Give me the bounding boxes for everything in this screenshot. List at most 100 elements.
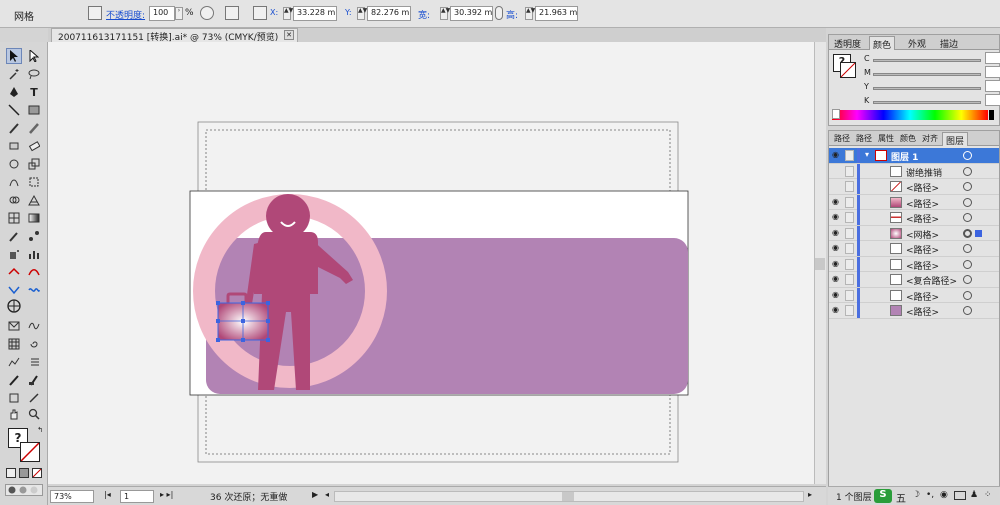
blend-tool-icon[interactable] xyxy=(26,228,42,244)
measure-tool-icon[interactable] xyxy=(6,372,22,388)
rectangle-tool-icon[interactable] xyxy=(26,102,42,118)
shape-builder-tool-icon[interactable] xyxy=(6,192,22,208)
scroll-left-icon[interactable]: ◂ xyxy=(325,490,329,499)
visibility-eye-icon[interactable]: ◉ xyxy=(832,306,841,314)
target-circle-icon[interactable] xyxy=(963,228,972,238)
mic-icon[interactable]: ◉ xyxy=(940,490,948,500)
grid-menu-icon[interactable]: ⁘ xyxy=(984,490,992,500)
chart-tool-icon[interactable] xyxy=(6,354,22,370)
artboard-select[interactable]: 1 xyxy=(120,490,154,503)
pen-tool-icon[interactable] xyxy=(6,84,22,100)
zoom-tool-icon[interactable] xyxy=(26,406,42,422)
target-circle-icon[interactable] xyxy=(963,290,972,300)
hand-tool-icon[interactable] xyxy=(6,406,22,422)
target-circle-icon[interactable] xyxy=(963,213,972,222)
width-input[interactable]: 30.392 mm xyxy=(450,6,493,21)
horizontal-scroll-thumb[interactable] xyxy=(562,492,574,501)
stroke-swatch-icon[interactable] xyxy=(20,442,40,462)
symbol-tool-icon[interactable] xyxy=(6,298,22,314)
black-swatch[interactable] xyxy=(989,110,994,120)
opacity-label[interactable]: 不透明度: xyxy=(106,8,145,21)
first-artboard-icon[interactable]: |◂ xyxy=(104,490,111,499)
color-mode-icon[interactable] xyxy=(6,468,16,478)
layer-row[interactable]: 谢绝推销 xyxy=(829,163,999,179)
height-input[interactable]: 21.963 mm xyxy=(535,6,578,21)
visibility-eye-icon[interactable]: ◉ xyxy=(832,259,841,267)
x-input[interactable]: 33.228 mm xyxy=(293,6,337,21)
pencil-tool-icon[interactable] xyxy=(26,120,42,136)
knife-tool-icon[interactable] xyxy=(26,390,42,406)
user-icon[interactable]: ♟ xyxy=(970,490,978,500)
black-input[interactable] xyxy=(985,94,1000,106)
lock-toggle[interactable] xyxy=(845,258,854,270)
zoom-select[interactable]: 73% xyxy=(50,490,94,503)
crop-tool-icon[interactable] xyxy=(6,390,22,406)
swap-colors-icon[interactable]: ↰ xyxy=(36,426,44,434)
input-method-logo-icon[interactable]: S xyxy=(874,489,892,503)
visibility-eye-icon[interactable] xyxy=(832,168,841,174)
layer-row[interactable]: ◉ <路径> xyxy=(829,287,999,303)
visibility-eye-icon[interactable]: ◉ xyxy=(832,213,841,221)
drawing-mode-icon[interactable] xyxy=(5,484,43,496)
visibility-eye-icon[interactable] xyxy=(832,183,841,189)
next-artboard-icon[interactable]: ▸ ▸| xyxy=(160,490,173,499)
comma-icon[interactable]: •, xyxy=(926,490,934,500)
layer-row-top[interactable]: ◉ ▾ 图层 1 xyxy=(829,148,999,164)
tab-path[interactable]: 路径 xyxy=(853,132,875,146)
slice-tool-icon[interactable] xyxy=(26,264,42,280)
lock-toggle[interactable] xyxy=(845,212,854,223)
keyboard-icon[interactable] xyxy=(954,491,966,500)
target-circle-icon[interactable] xyxy=(963,182,972,191)
layer-row[interactable]: ◉ <网格> xyxy=(829,225,999,241)
y-stepper[interactable]: ▲▼ xyxy=(357,7,367,20)
layer-row[interactable]: ◉ <路径> xyxy=(829,256,999,272)
layer-row[interactable]: ◉ <路径> xyxy=(829,210,999,226)
wave-tool-icon[interactable] xyxy=(26,318,42,334)
lock-toggle[interactable] xyxy=(845,165,854,177)
lasso-tool-icon[interactable] xyxy=(26,66,42,82)
none-swatch-icon[interactable] xyxy=(832,109,840,119)
tab-color[interactable]: 颜色 xyxy=(869,36,896,50)
tab-layers[interactable]: 图层 xyxy=(942,132,969,146)
visibility-eye-icon[interactable]: ◉ xyxy=(832,151,841,159)
visibility-eye-icon[interactable]: ◉ xyxy=(832,228,841,236)
height-stepper[interactable]: ▲▼ xyxy=(525,7,535,20)
visibility-eye-icon[interactable]: ◉ xyxy=(832,290,841,298)
document-tab[interactable]: 200711613171151 [转换].ai* @ 73% (CMYK/预览)… xyxy=(51,28,298,43)
layer-row[interactable]: ◉ <路径> xyxy=(829,241,999,257)
color-spectrum[interactable] xyxy=(832,110,988,120)
magenta-input[interactable] xyxy=(985,66,1000,78)
scissors-tool-icon[interactable] xyxy=(26,282,42,298)
vertical-scroll-thumb[interactable] xyxy=(815,258,825,270)
lock-toggle[interactable] xyxy=(845,196,854,208)
black-slider[interactable] xyxy=(873,101,981,104)
gradient-mode-icon[interactable] xyxy=(19,468,29,478)
width-stepper[interactable]: ▲▼ xyxy=(440,7,450,20)
target-circle-icon[interactable] xyxy=(963,275,972,284)
tab-align[interactable]: 对齐 xyxy=(919,132,941,146)
visibility-eye-icon[interactable]: ◉ xyxy=(832,275,841,283)
magic-wand-tool-icon[interactable] xyxy=(6,66,22,82)
target-circle-icon[interactable] xyxy=(963,244,972,253)
scroll-right-icon[interactable]: ▸ xyxy=(808,490,812,499)
perspective-grid-tool-icon[interactable] xyxy=(26,192,42,208)
input-method-wubi-icon[interactable]: 五 xyxy=(896,490,906,505)
lock-toggle[interactable] xyxy=(845,150,854,161)
free-transform-tool-icon[interactable] xyxy=(26,174,42,190)
column-graph-tool-icon[interactable] xyxy=(26,246,42,262)
recolor-icon[interactable] xyxy=(88,6,102,20)
lock-toggle[interactable] xyxy=(845,274,854,285)
layer-row[interactable]: <路径> xyxy=(829,179,999,195)
type-tool-icon[interactable]: T xyxy=(26,84,42,100)
blob-brush-tool-icon[interactable] xyxy=(6,138,22,154)
paintbrush-tool-icon[interactable] xyxy=(6,120,22,136)
cyan-input[interactable] xyxy=(985,52,1000,64)
tab-stroke[interactable]: 描边 xyxy=(937,36,961,50)
y-input[interactable]: 82.276 mm xyxy=(367,6,411,21)
opacity-input[interactable]: 100 xyxy=(149,6,175,21)
tab-attributes[interactable]: 属性 xyxy=(875,132,897,146)
grid-tool-icon[interactable] xyxy=(6,336,22,352)
gradient-tool-icon[interactable] xyxy=(26,210,42,226)
tab-pathfinder[interactable]: 路径 xyxy=(831,132,853,146)
artboard-tool-icon[interactable] xyxy=(6,264,22,280)
